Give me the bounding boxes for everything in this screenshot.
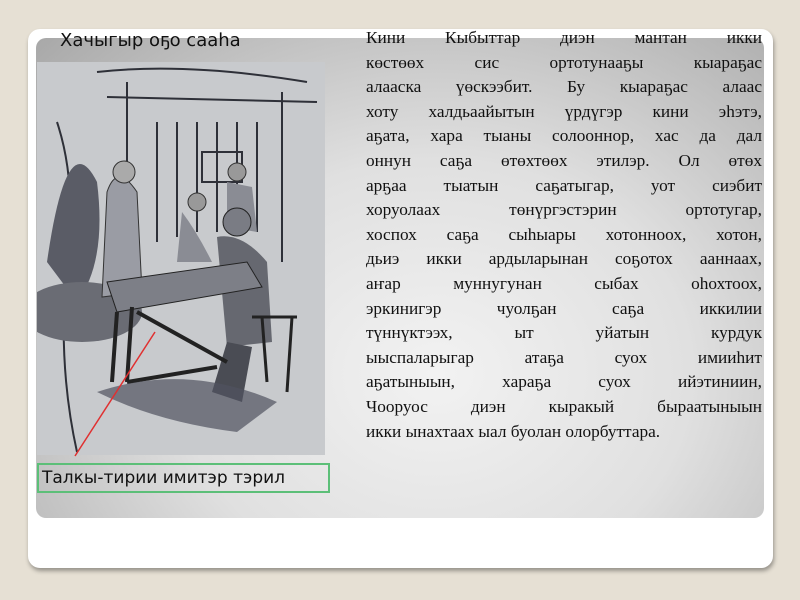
text-line: икки ынахтаах ыал буолан олорбуттара. bbox=[366, 421, 661, 441]
text-line: оннун саҕа өтөхтөөх этилэр. Ол өтөх bbox=[366, 150, 762, 170]
text-line: алааска үөскээбит. Бу кыараҕас алаас bbox=[366, 77, 762, 97]
text-line: көстөөх сис ортотунааҕы кыараҕас bbox=[366, 52, 762, 72]
text-line: дьиэ икки ардыларынан соҕотох ааннаах, bbox=[366, 249, 762, 269]
body-text: Кини Кыбыттар диэн мантан икки көстөөх с… bbox=[366, 26, 762, 444]
text-line: хоспох саҕа сыһыары хотонноох, хотон, bbox=[366, 224, 762, 244]
text-line: аҕатыныын, хараҕа суох ийэтиниин, bbox=[366, 372, 762, 392]
text-line: Чооруос диэн кыракый быраатыныын bbox=[366, 396, 762, 416]
pencil-drawing bbox=[22, 62, 325, 455]
illustration-image bbox=[22, 62, 325, 455]
caption-text: Талкы-тирии имитэр тэрил bbox=[42, 468, 286, 488]
text-line: аҥар муннугунан сыбах оһохтоох, bbox=[366, 273, 762, 293]
text-line: Кини Кыбыттар диэн мантан икки bbox=[366, 28, 762, 47]
text-line: аҕата, хара тыаны солооннор, хас да дал bbox=[366, 126, 762, 146]
text-line: хоруолаах төнүргэстэрин ортотугар, bbox=[366, 200, 762, 220]
text-line: эркинигэр чуолҕан саҕа иккилии bbox=[366, 298, 762, 318]
text-line: ыыспаларыгар атаҕа суох имииһит bbox=[366, 347, 762, 367]
slide-title: Хачыгыр оҕо сааһа bbox=[60, 30, 241, 51]
text-line: арҕаа тыатын саҕатыгар, уот сиэбит bbox=[366, 175, 762, 195]
text-line: хоту халдьаайытын үрдүгэр кини эһэтэ, bbox=[366, 101, 762, 121]
text-line: түннүктээх, ыт уйатын курдук bbox=[366, 323, 762, 343]
